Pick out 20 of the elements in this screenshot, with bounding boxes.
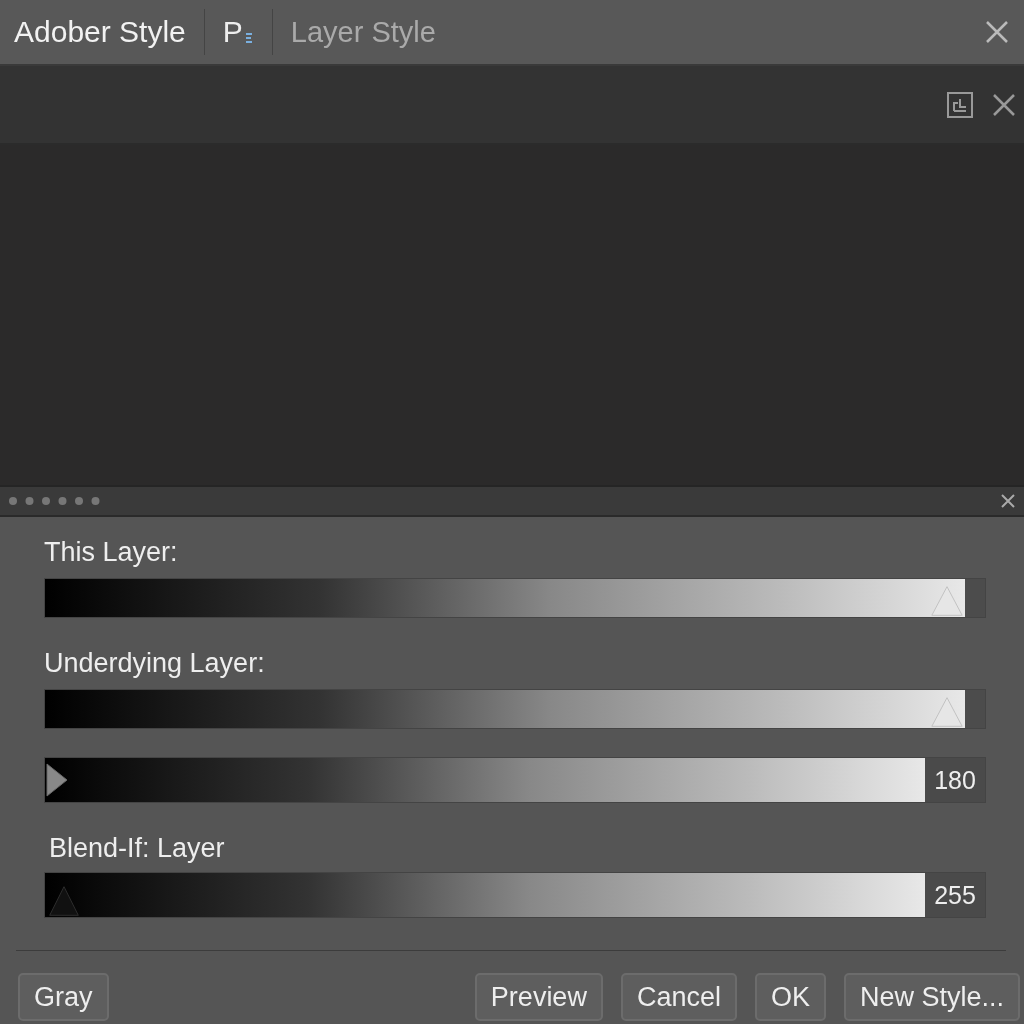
dialog-title: Layer Style (290, 15, 436, 49)
slider-label: This Layer: (44, 537, 179, 568)
window-title: Adober Style (14, 15, 186, 49)
slider-track[interactable]: 255 (44, 872, 986, 918)
slider-label: Blend-If: Layer (49, 833, 226, 864)
dialog-button[interactable]: New Style... (843, 973, 1020, 1021)
slider-track[interactable] (44, 689, 986, 729)
app-tab[interactable]: P (222, 15, 254, 49)
export-icon[interactable] (946, 90, 974, 119)
slider-track[interactable] (44, 578, 986, 618)
dialog-button[interactable]: Preview (474, 973, 603, 1021)
mode-button[interactable]: Gray (18, 973, 109, 1021)
close-icon[interactable] (1000, 493, 1016, 509)
close-icon[interactable] (992, 92, 1016, 117)
slider-label: Underdying Layer: (44, 648, 266, 679)
slider-track[interactable]: 180 (44, 757, 986, 803)
dialog-button[interactable]: OK (754, 973, 826, 1021)
dialog-button[interactable]: Cancel (620, 973, 737, 1021)
close-icon[interactable] (984, 19, 1010, 45)
slider-thumb[interactable] (45, 762, 69, 798)
